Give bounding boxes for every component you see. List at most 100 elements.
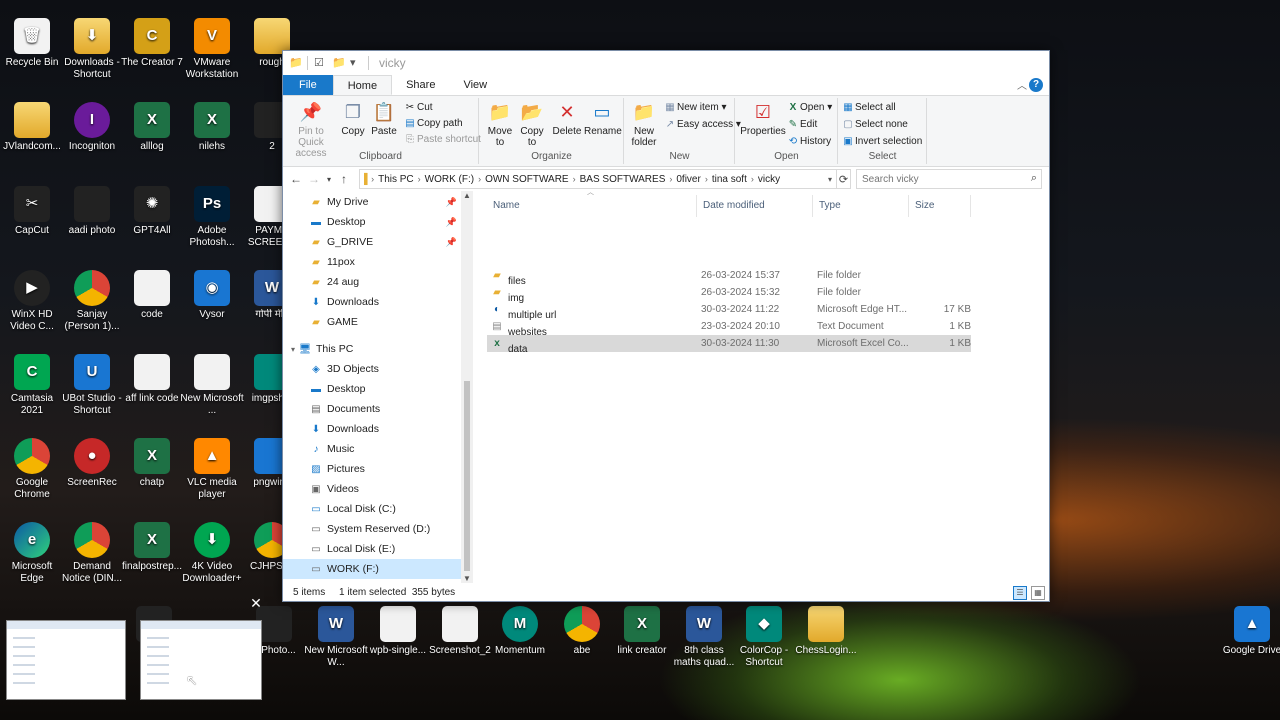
desktop-icon-wpb-single[interactable]: wpb-single... [366,606,430,657]
desktop-icon-chatp[interactable]: Xchatp [120,438,184,489]
nav-item-3d-objects[interactable]: ◈ 3D Objects [283,359,461,379]
edit-button[interactable]: ✎ Edit [786,117,817,133]
title-bar[interactable]: 📁 ☑ 📁 ▾ vicky [283,51,1049,75]
nav-item-downloads-pc[interactable]: ⬇ Downloads [283,419,461,439]
scroll-up-icon[interactable]: ▲ [461,191,473,200]
desktop-icon-winx-hd-video-c[interactable]: ▶ WinX HD Video C... [0,270,64,333]
chevron-down-icon[interactable]: ▾ [828,175,832,184]
nav-item-work-f[interactable]: ▭ WORK (F:) [283,559,461,579]
invert-selection-button[interactable]: ▣ Invert selection [841,134,922,150]
properties-button[interactable]: ☑ Properties [738,100,788,137]
desktop-icon-4k-video-downloader[interactable]: ⬇ 4K Video Downloader+ [180,522,244,585]
desktop-icon-8th-class-maths-quad[interactable]: W 8th class maths quad... [672,606,736,669]
recent-locations-icon[interactable]: ▾ [323,175,335,184]
desktop-icon-downloads-shortcut[interactable]: ⬇ Downloads - Shortcut [60,18,124,81]
nav-item-g-drive[interactable]: ▰ G_DRIVE 📌 [283,232,461,252]
history-button[interactable]: ⟲ History [786,134,831,150]
nav-item-pictures[interactable]: ▨ Pictures [283,459,461,479]
file-row-websites[interactable]: ▤websites 23-03-2024 20:10 Text Document… [487,318,971,338]
breadcrumb-bas-softwares[interactable]: BAS SOFTWARES [576,174,670,185]
file-row-files[interactable]: ▰files 26-03-2024 15:37 File folder [487,267,971,287]
nav-item-this-pc[interactable]: ▾ 🖥 This PC [283,339,461,359]
nav-item-24-aug[interactable]: ▰ 24 aug [283,272,461,292]
desktop-icon-vlc-media-player[interactable]: ▲ VLC media player [180,438,244,501]
copy-button[interactable]: ❐ Copy [339,100,367,137]
desktop-icon-new-microsoft-w[interactable]: W New Microsoft W... [304,606,368,669]
address-bar[interactable]: ▌ › This PC › WORK (F:) › OWN SOFTWARE ›… [359,169,837,189]
open-button[interactable]: X Open ▾ [786,100,833,116]
desktop-icon-finalpostrep[interactable]: Xfinalpostrep... [120,522,184,573]
desktop-icon-vmware-workstation[interactable]: V VMware Workstation [180,18,244,81]
desktop-icon-aff-link-code[interactable]: aff link code [120,354,184,405]
nav-item-system-reserved-d[interactable]: ▭ System Reserved (D:) [283,519,461,539]
desktop-icon-alllog[interactable]: Xalllog [120,102,184,153]
desktop-icon-link-creator[interactable]: Xlink creator [610,606,674,657]
nav-item-game[interactable]: ▰ GAME [283,312,461,332]
nav-item-local-disk-c[interactable]: ▭ Local Disk (C:) [283,499,461,519]
column-header-name[interactable]: Name [487,195,697,217]
column-header-date[interactable]: Date modified [697,195,813,217]
desktop-icon-the-creator-7[interactable]: C The Creator 7 [120,18,184,69]
breadcrumb-tina-soft[interactable]: tina soft [708,174,751,185]
window-thumbnail-2[interactable] [140,620,262,700]
breadcrumb-this-pc[interactable]: This PC [374,174,418,185]
collapse-ribbon-icon[interactable]: ︿ [1017,77,1027,92]
nav-pane-scrollbar[interactable]: ▲ ▼ [461,191,473,583]
customize-toolbar-icon[interactable]: ▾ [350,57,362,69]
tab-home[interactable]: Home [332,75,393,95]
help-icon[interactable]: ? [1029,78,1043,92]
new-folder-icon[interactable]: 📁 [332,57,346,69]
search-box[interactable]: ⌕ [856,169,1042,189]
large-icons-view-icon[interactable]: ▦ [1031,586,1045,600]
breadcrumb-vicky[interactable]: vicky [754,174,784,185]
details-view-icon[interactable]: ☰ [1013,586,1027,600]
breadcrumb-0fiver[interactable]: 0fiver [672,174,704,185]
forward-arrow-icon[interactable]: → [305,172,323,186]
desktop-icon-nilehs[interactable]: Xnilehs [180,102,244,153]
nav-item-local-disk-e[interactable]: ▭ Local Disk (E:) [283,539,461,559]
file-row-multiple-url[interactable]: ◐multiple url 30-03-2024 11:22 Microsoft… [487,301,971,321]
desktop-icon-google-chrome[interactable]: Google Chrome [0,438,64,501]
desktop-icon-new-microsoft[interactable]: New Microsoft ... [180,354,244,417]
desktop-icon-demand-notice-din[interactable]: Demand Notice (DIN... [60,522,124,585]
desktop-icon-momentum[interactable]: M Momentum [488,606,552,657]
desktop-icon-capcut[interactable]: ✂ CapCut [0,186,64,237]
new-item-button[interactable]: ▦ New item ▾ [663,100,726,116]
easy-access-button[interactable]: ↗ Easy access ▾ [663,117,741,133]
desktop-icon-incogniton[interactable]: I Incogniton [60,102,124,153]
desktop-icon-recycle-bin[interactable]: 🗑 Recycle Bin [0,18,64,69]
nav-item-desktop[interactable]: ▬ Desktop 📌 [283,212,461,232]
search-icon[interactable]: ⌕ [1031,172,1037,185]
chevron-down-icon[interactable]: ▾ [291,345,295,354]
copy-path-button[interactable]: ▤ Copy path [403,116,462,132]
scrollbar-thumb[interactable] [464,381,470,571]
up-arrow-icon[interactable]: ↑ [335,172,353,186]
desktop-icon-google-drive[interactable]: ▲ Google Drive [1220,606,1280,657]
refresh-icon[interactable]: ⟳ [837,169,851,189]
desktop-icon-jvlandcom[interactable]: JVlandcom... [0,102,64,153]
paste-shortcut-button[interactable]: ⎘ Paste shortcut [403,132,481,148]
nav-item-documents[interactable]: ▤ Documents [283,399,461,419]
desktop-icon-screenshot-2[interactable]: Screenshot_2 [428,606,492,657]
properties-icon[interactable]: ☑ [314,57,326,69]
window-thumbnail-1[interactable] [6,620,126,700]
desktop-icon-sanjay-person-1[interactable]: Sanjay (Person 1)... [60,270,124,333]
nav-item-downloads[interactable]: ⬇ Downloads [283,292,461,312]
nav-item-videos[interactable]: ▣ Videos [283,479,461,499]
paste-button[interactable]: 📋 Paste [369,100,399,137]
column-header-size[interactable]: Size [909,195,971,217]
close-thumbnail-icon[interactable]: ✕ [249,596,263,610]
tab-view[interactable]: View [449,75,501,95]
desktop-icon-gpt4all[interactable]: ✺ GPT4All [120,186,184,237]
nav-item-music[interactable]: ♪ Music [283,439,461,459]
new-folder-button[interactable]: 📁 New folder [627,100,661,148]
nav-item-desktop-pc[interactable]: ▬ Desktop [283,379,461,399]
breadcrumb-own-software[interactable]: OWN SOFTWARE [481,174,573,185]
desktop-icon-colorcop-shortcut[interactable]: ◆ ColorCop - Shortcut [732,606,796,669]
cut-button[interactable]: ✂ Cut [403,100,433,116]
desktop-icon-code[interactable]: code [120,270,184,321]
select-all-button[interactable]: ▦ Select all [841,100,895,116]
desktop-icon-aadi-photo[interactable]: aadi photo [60,186,124,237]
search-input[interactable] [862,170,1022,188]
desktop-icon-adobe-photosh[interactable]: Ps Adobe Photosh... [180,186,244,249]
